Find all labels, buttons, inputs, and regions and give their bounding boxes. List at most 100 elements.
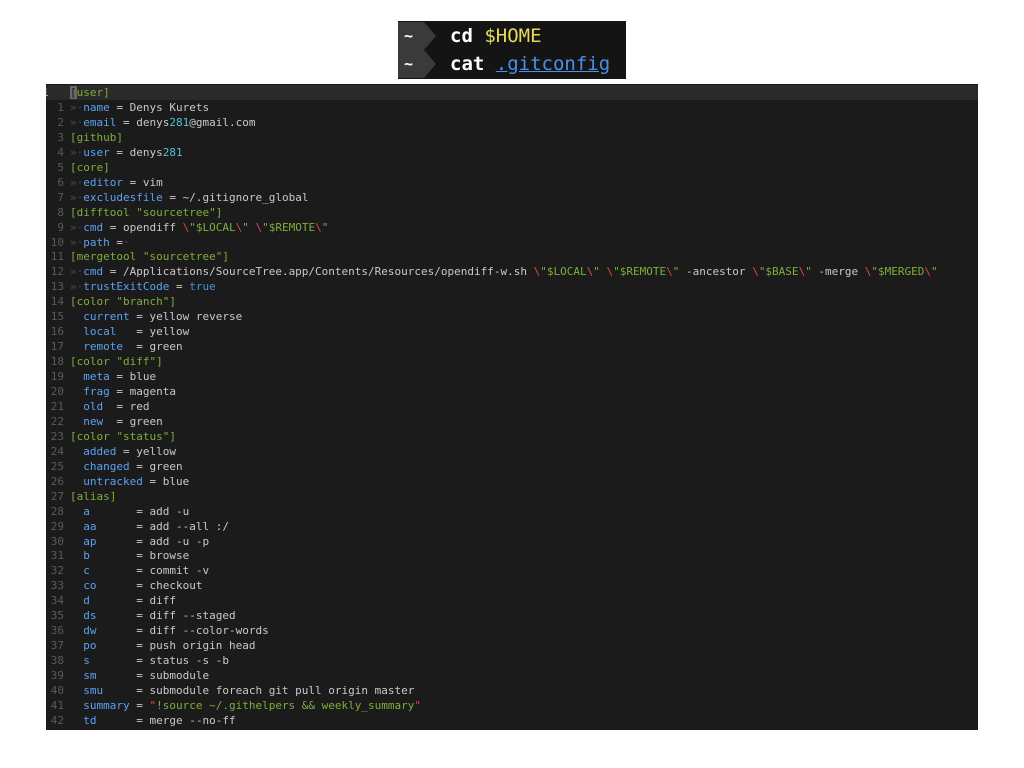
editor-line[interactable]: 15 current = yellow reverse — [46, 309, 978, 324]
home-directory-indicator: ~ — [404, 55, 414, 73]
line-content: untracked = blue — [70, 474, 189, 489]
token-key: frag — [83, 385, 110, 398]
editor-line[interactable]: 23 [color "status"] — [46, 429, 978, 444]
line-number: 12 — [50, 265, 64, 279]
line-number: 17 — [50, 340, 64, 354]
token-esc: \ — [752, 265, 759, 279]
token-val: add -u -p — [149, 534, 210, 548]
editor-line[interactable]: 14 [color "branch"] — [46, 294, 978, 309]
token-tab: »· — [70, 175, 84, 189]
editor-line[interactable]: 7 »·excludesfile = ~/.gitignore_global — [46, 190, 978, 205]
token-tab: »· — [70, 115, 84, 129]
line-number: 35 — [50, 609, 64, 623]
token-eq: = — [142, 474, 163, 488]
token-eq: = — [89, 564, 150, 578]
editor-line[interactable]: 39 sm = submodule — [46, 668, 978, 683]
editor-line[interactable]: 31 b = browse — [46, 548, 978, 563]
line-number: 25 — [50, 459, 64, 473]
editor-line[interactable]: 10 »·path =· — [46, 235, 978, 250]
token-val: denys — [136, 115, 170, 129]
line-number: 20 — [50, 385, 64, 398]
editor-line[interactable]: 26 untracked = blue — [46, 474, 978, 489]
token-eq: = — [103, 220, 123, 234]
line-number: 3 — [57, 130, 64, 144]
token-eq: = — [96, 534, 150, 548]
token-esc: \ — [315, 220, 322, 234]
token-val — [70, 460, 83, 473]
token-str: "branch" — [116, 295, 170, 309]
token-str: "$MERGED — [871, 265, 925, 279]
editor-line[interactable]: 36 dw = diff --color-words — [46, 623, 978, 638]
editor-line[interactable]: 17 remote = green — [46, 339, 978, 354]
token-str: !source ~/.githelpers && weekly_summary — [156, 698, 415, 712]
editor-line[interactable]: 18 [color "diff"] — [46, 354, 978, 369]
line-number: 16 — [50, 325, 64, 339]
line-number: 33 — [50, 579, 64, 593]
token-key: old — [83, 399, 104, 413]
editor-line[interactable]: 24 added = yellow — [46, 444, 978, 459]
token-eq: = — [89, 504, 150, 518]
line-number: 9 — [57, 220, 64, 234]
token-val: submodule — [149, 669, 210, 683]
editor-line[interactable]: 27 [alias] — [46, 489, 978, 504]
token-str: "sourcetree" — [136, 205, 216, 219]
token-val: /Applications/SourceTree.app/Contents/Re… — [123, 265, 534, 279]
token-eq: = — [109, 385, 130, 398]
editor-line[interactable]: 42 td = merge --no-ff — [46, 713, 978, 728]
vim-editor[interactable]: 1[user]1»·name = Denys Kurets2»·email = … — [46, 84, 978, 730]
editor-line[interactable]: 1 »·name = Denys Kurets — [46, 100, 978, 115]
editor-line[interactable]: 13 »·trustExitCode = true — [46, 279, 978, 294]
token-eq: = — [116, 115, 137, 129]
editor-line[interactable]: 33 co = checkout — [46, 578, 978, 593]
token-eq: = — [123, 175, 143, 189]
editor-line[interactable]: 11 [mergetool "sourcetree"] — [46, 249, 978, 264]
editor-current-line[interactable]: 1 [user] — [46, 85, 978, 100]
editor-line[interactable]: 9 »·cmd = opendiff \"$LOCAL\" \"$REMOTE\" — [46, 220, 978, 235]
editor-line[interactable]: 37 po = push origin head — [46, 638, 978, 653]
token-val: green — [149, 340, 183, 354]
token-esc: " — [414, 698, 422, 712]
token-key: remote — [83, 340, 123, 354]
editor-line[interactable]: 30 ap = add -u -p — [46, 534, 978, 549]
token-key: c — [83, 564, 90, 578]
token-key: current — [83, 310, 130, 324]
token-str: " — [805, 265, 812, 279]
token-key: added — [83, 444, 117, 458]
editor-line[interactable]: 38 s = status -s -b — [46, 653, 978, 668]
editor-line[interactable]: 35 ds = diff --staged — [46, 608, 978, 623]
editor-line[interactable]: 5 [core] — [46, 160, 978, 175]
line-number: 28 — [50, 504, 64, 518]
editor-line[interactable]: 21 old = red — [46, 399, 978, 414]
editor-line[interactable]: 2 »·email = denys281@gmail.com — [46, 115, 978, 130]
token-sec: [alias] — [70, 489, 117, 503]
editor-line[interactable]: 29 aa = add --all :/ — [46, 519, 978, 534]
editor-line[interactable]: 4 »·user = denys281 — [46, 145, 978, 160]
editor-line[interactable]: 6 »·editor = vim — [46, 175, 978, 190]
token-eq: = — [123, 340, 150, 354]
editor-line[interactable]: 22 new = green — [46, 414, 978, 429]
token-str: "status" — [116, 429, 170, 443]
editor-line[interactable]: 12 »·cmd = /Applications/SourceTree.app/C… — [46, 264, 978, 279]
editor-line[interactable]: 8 [difftool "sourcetree"] — [46, 205, 978, 220]
token-val: browse — [149, 549, 190, 563]
editor-line[interactable]: 16 local = yellow — [46, 324, 978, 339]
token-val: denys — [129, 145, 163, 159]
editor-line[interactable]: 25 changed = green — [46, 459, 978, 474]
token-val — [70, 684, 83, 697]
token-val: @gmail.com — [189, 115, 256, 129]
line-number: 41 — [50, 698, 64, 712]
token-eq: = — [96, 609, 150, 623]
token-sec: [color — [70, 295, 117, 309]
editor-line[interactable]: 20 frag = magenta — [46, 384, 978, 399]
line-number: 7 — [57, 190, 64, 204]
token-key: email — [83, 115, 117, 129]
editor-line[interactable]: 19 meta = blue — [46, 369, 978, 384]
editor-line[interactable]: 32 c = commit -v — [46, 563, 978, 578]
editor-line[interactable]: 34 d = diff — [46, 593, 978, 608]
token-sec: [mergetool — [70, 250, 143, 264]
editor-line[interactable]: 28 a = add -u — [46, 504, 978, 519]
token-tab: »· — [70, 280, 84, 294]
editor-line[interactable]: 40 smu = submodule foreach git pull orig… — [46, 683, 978, 698]
editor-line[interactable]: 41 summary = "!source ~/.githelpers && w… — [46, 698, 978, 713]
editor-line[interactable]: 3 [github] — [46, 130, 978, 145]
